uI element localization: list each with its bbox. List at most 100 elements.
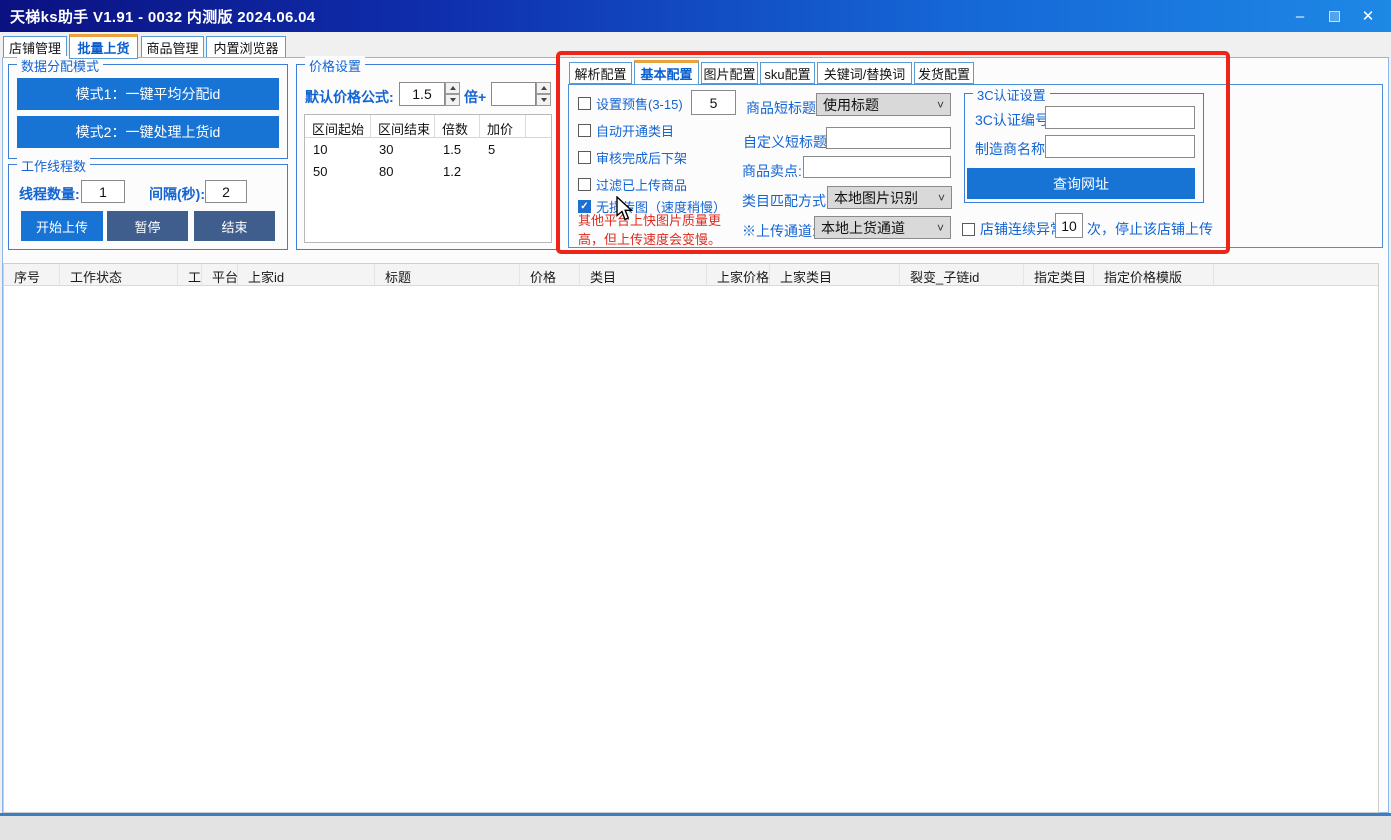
- spin-up-icon[interactable]: [445, 82, 460, 94]
- maximize-icon: [1329, 11, 1340, 22]
- column-header-assigned-category[interactable]: 指定类目: [1024, 264, 1094, 285]
- column-header-platform[interactable]: 平台: [202, 264, 238, 285]
- price-grid-header: 区间起始 区间结束 倍数 加价: [305, 115, 551, 138]
- tab-sku-config[interactable]: sku配置: [760, 62, 815, 84]
- formula-multiplier-spinner[interactable]: [445, 82, 460, 106]
- upload-channel-label: ※上传通道:: [742, 221, 816, 241]
- tab-image-config-label: 图片配置: [703, 64, 755, 83]
- presale-days-input[interactable]: [691, 90, 736, 115]
- column-header-supplier-id[interactable]: 上家id: [238, 264, 375, 285]
- column-header-fission-sublink-id[interactable]: 裂变_子链id: [900, 264, 1024, 285]
- tab-basic-config-label: 基本配置: [640, 64, 692, 83]
- interval-input[interactable]: [205, 180, 247, 203]
- pause-button[interactable]: 暂停: [107, 211, 188, 241]
- custom-short-title-label: 自定义短标题:: [743, 132, 831, 152]
- start-upload-button[interactable]: 开始上传: [21, 211, 103, 241]
- status-bar: [0, 816, 1391, 840]
- cell-range-start: 10: [305, 138, 371, 160]
- upload-table-body[interactable]: [4, 286, 1378, 812]
- column-header-index[interactable]: 序号: [4, 264, 60, 285]
- tab-image-config[interactable]: 图片配置: [701, 62, 758, 84]
- tab-shipping-config[interactable]: 发货配置: [914, 62, 974, 84]
- tab-keyword-replace[interactable]: 关键词/替换词: [817, 62, 912, 84]
- mode1-average-assign-button[interactable]: 模式1：一键平均分配id: [17, 78, 279, 110]
- cert-no-input[interactable]: [1045, 106, 1195, 129]
- shop-abnormal-checkbox[interactable]: 店铺连续异常: [962, 219, 1064, 239]
- column-header-category[interactable]: 类目: [580, 264, 707, 285]
- column-header-work[interactable]: 工: [178, 264, 202, 285]
- upload-table-header: 序号 工作状态 工 平台 上家id 标题 价格 类目 上家价格 上家类目 裂变_…: [4, 264, 1378, 286]
- maximize-button[interactable]: [1317, 0, 1351, 32]
- price-add-input[interactable]: [491, 82, 536, 106]
- basic-config-panel: 设置预售(3-15) 自动开通类目 审核完成后下架 过滤已上传商品 ✓ 无损传图…: [568, 84, 1383, 248]
- checkbox-icon[interactable]: [578, 124, 591, 137]
- price-range-grid[interactable]: 区间起始 区间结束 倍数 加价 10 30 1.5 5 50 80 1.2: [304, 114, 552, 243]
- chevron-down-icon: ˅: [937, 98, 950, 112]
- cell-range-end: 30: [371, 138, 435, 160]
- checkbox-icon[interactable]: [962, 223, 975, 236]
- tab-parse-config[interactable]: 解析配置: [569, 62, 632, 84]
- window-title: 天梯ks助手 V1.91 - 0032 内测版 2024.06.04: [0, 6, 315, 27]
- checkbox-icon[interactable]: [578, 151, 591, 164]
- mode2-process-upload-button[interactable]: 模式2：一键处理上货id: [17, 116, 279, 148]
- column-header-supplier-category[interactable]: 上家类目: [770, 264, 900, 285]
- col-range-start[interactable]: 区间起始: [305, 115, 371, 137]
- maker-name-label: 制造商名称:: [975, 139, 1049, 159]
- maker-name-input[interactable]: [1045, 135, 1195, 158]
- category-match-selected-value: 本地图片识别: [834, 188, 918, 208]
- price-group-title: 价格设置: [305, 56, 365, 75]
- thread-count-input[interactable]: [81, 180, 125, 203]
- price-settings-group: 价格设置 默认价格公式: 倍+ 区间起始 区间结束 倍数 加价 10 30 1.…: [296, 64, 560, 250]
- spin-down-icon[interactable]: [536, 94, 551, 106]
- presale-checkbox[interactable]: 设置预售(3-15): [578, 94, 683, 113]
- close-button[interactable]: ✕: [1351, 0, 1385, 32]
- auto-category-checkbox[interactable]: 自动开通类目: [578, 121, 674, 140]
- tab-sku-config-label: sku配置: [764, 64, 810, 83]
- tab-shipping-config-label: 发货配置: [918, 64, 970, 83]
- checkbox-icon[interactable]: [578, 97, 591, 110]
- filter-uploaded-checkbox[interactable]: 过滤已上传商品: [578, 175, 687, 194]
- checkbox-icon[interactable]: [578, 178, 591, 191]
- category-match-select[interactable]: 本地图片识别 ˅: [827, 186, 952, 209]
- tab-product-management[interactable]: 商品管理: [141, 36, 204, 58]
- presale-label: 设置预售(3-15): [596, 94, 683, 113]
- tab-batch-upload[interactable]: 批量上货: [69, 34, 138, 59]
- offshelf-label: 审核完成后下架: [596, 148, 687, 167]
- column-header-assigned-price-template[interactable]: 指定价格模版: [1094, 264, 1214, 285]
- spin-down-icon[interactable]: [445, 94, 460, 106]
- tab-keyword-replace-label: 关键词/替换词: [824, 64, 906, 83]
- app-window: 天梯ks助手 V1.91 - 0032 内测版 2024.06.04 – ✕ 店…: [0, 0, 1391, 840]
- short-title-select[interactable]: 使用标题 ˅: [816, 93, 951, 116]
- warning-line-2: 高，但上传速度会变慢。: [578, 230, 721, 249]
- price-grid-row[interactable]: 10 30 1.5 5: [305, 138, 551, 160]
- spin-up-icon[interactable]: [536, 82, 551, 94]
- tab-shop-management[interactable]: 店铺管理: [3, 36, 67, 58]
- offshelf-after-review-checkbox[interactable]: 审核完成后下架: [578, 148, 687, 167]
- cell-multiple: 1.2: [435, 160, 480, 182]
- cert-no-label: 3C认证编号:: [975, 110, 1053, 130]
- minimize-icon: –: [1296, 8, 1304, 25]
- col-multiple[interactable]: 倍数: [435, 115, 480, 137]
- upload-channel-select[interactable]: 本地上货通道 ˅: [814, 216, 951, 239]
- price-add-spinner[interactable]: [536, 82, 551, 106]
- formula-multiplier-input[interactable]: [399, 82, 445, 106]
- col-range-end[interactable]: 区间结束: [371, 115, 435, 137]
- lossless-warning-text: 其他平台上快图片质量更 高，但上传速度会变慢。: [578, 211, 721, 249]
- abnormal-count-input[interactable]: [1055, 213, 1083, 238]
- minimize-button[interactable]: –: [1283, 0, 1317, 32]
- column-header-price[interactable]: 价格: [520, 264, 580, 285]
- stop-button[interactable]: 结束: [194, 211, 275, 241]
- query-website-button[interactable]: 查询网址: [967, 168, 1195, 199]
- worker-group-title: 工作线程数: [17, 156, 90, 175]
- tab-builtin-browser[interactable]: 内置浏览器: [206, 36, 286, 58]
- custom-short-title-input[interactable]: [826, 127, 951, 149]
- column-header-work-status[interactable]: 工作状态: [60, 264, 178, 285]
- price-grid-row[interactable]: 50 80 1.2: [305, 160, 551, 182]
- tab-parse-config-label: 解析配置: [574, 64, 626, 83]
- cert-3c-group: 3C认证设置 3C认证编号: 制造商名称: 查询网址: [964, 93, 1204, 203]
- selling-point-input[interactable]: [803, 156, 951, 178]
- col-addition[interactable]: 加价: [480, 115, 526, 137]
- column-header-supplier-price[interactable]: 上家价格: [707, 264, 770, 285]
- column-header-title[interactable]: 标题: [375, 264, 520, 285]
- tab-basic-config[interactable]: 基本配置: [634, 60, 699, 85]
